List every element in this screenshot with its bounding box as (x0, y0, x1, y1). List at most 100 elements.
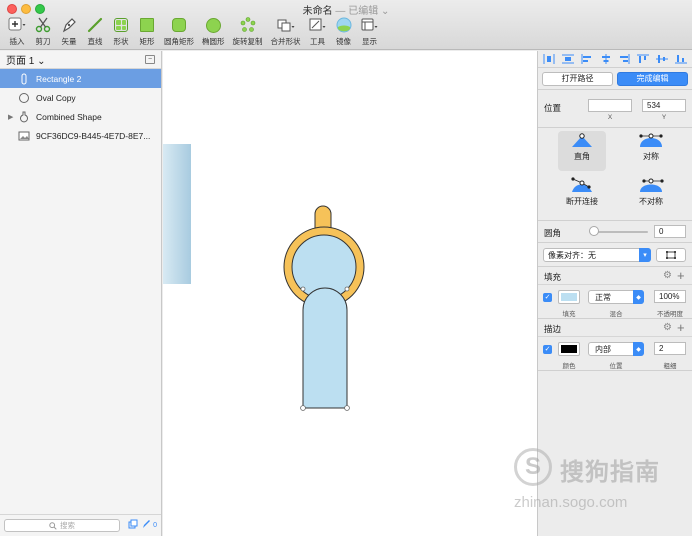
disclosure-triangle-icon[interactable]: ▶ (8, 113, 18, 121)
watermark-brand: 搜狗指南 (560, 459, 660, 486)
pixel-align-section: 像素对齐：无 ▾ (538, 243, 692, 267)
align-center-horizontal-icon[interactable] (600, 54, 612, 64)
border-enabled-checkbox[interactable]: ✓ (543, 345, 552, 354)
distribute-horizontal-icon[interactable] (543, 54, 555, 64)
align-right-icon[interactable] (618, 54, 630, 64)
fill-enabled-checkbox[interactable]: ✓ (543, 293, 552, 302)
image-layer-shape (163, 144, 191, 284)
align-left-icon[interactable] (581, 54, 593, 64)
point-type-straight[interactable]: 直角 (558, 131, 606, 171)
rotate-copy-icon (239, 16, 257, 34)
chevron-down-icon: ▾ (639, 248, 651, 262)
oval-icon (204, 16, 222, 34)
border-color-swatch[interactable] (558, 342, 580, 356)
search-icon (49, 521, 57, 530)
shapes-grid-icon (112, 16, 130, 34)
gear-icon[interactable]: ⚙ (663, 270, 672, 281)
layer-search-input[interactable]: 搜索 (4, 519, 121, 532)
add-fill-icon[interactable]: + (677, 268, 685, 283)
footer-count: 0 (153, 522, 157, 529)
corner-radius-input[interactable]: 0 (654, 225, 686, 238)
brush-icon[interactable] (141, 519, 151, 532)
add-border-icon[interactable]: + (677, 320, 685, 335)
corner-radius-slider-knob[interactable] (589, 226, 599, 236)
pixel-align-value: 像素对齐：无 (548, 250, 596, 260)
straight-point-icon (572, 133, 592, 147)
shape-tool[interactable]: 形状 (108, 16, 134, 48)
border-color-caption: 颜色 (562, 363, 576, 370)
rectangle-icon (138, 16, 156, 34)
position-section: 位置 534 X Y (538, 90, 692, 128)
plus-icon (8, 16, 26, 34)
combine-shapes-tool[interactable]: 合并形状 (267, 16, 305, 48)
border-width-caption: 粗细 (663, 363, 677, 370)
point-type-section: 直角 对称 断开连接 不对称 (538, 128, 692, 221)
gear-icon[interactable]: ⚙ (663, 322, 672, 333)
copy-layer-icon[interactable] (128, 519, 138, 532)
position-y-input[interactable]: 534 (642, 99, 686, 112)
point-type-disconnected[interactable]: 断开连接 (558, 176, 606, 216)
vector-tool[interactable]: 矢量 (56, 16, 82, 48)
pixel-align-select[interactable]: 像素对齐：无 ▾ (543, 248, 651, 262)
layer-item-oval-copy[interactable]: Oval Copy (0, 88, 161, 107)
fill-opacity-input[interactable]: 100% (654, 290, 686, 303)
tool-label: 直线 (87, 37, 103, 46)
border-position-select[interactable]: 内部 ◆ (588, 342, 644, 356)
layer-item-combined-shape[interactable]: ▶ Combined Shape (0, 107, 161, 126)
fill-color-swatch[interactable] (558, 290, 580, 304)
distribute-vertical-icon[interactable] (562, 54, 575, 64)
layer-name: 9CF36DC9-B445-4E7D-8E7... (36, 130, 151, 141)
position-label: 位置 (544, 103, 562, 113)
collapse-pages-icon[interactable]: − (145, 55, 155, 64)
fill-blend-select[interactable]: 正常 ◆ (588, 290, 644, 304)
rotate-copy-tool[interactable]: 旋转复制 (229, 16, 267, 48)
border-width-input[interactable]: 2 (654, 342, 686, 355)
line-icon (86, 16, 104, 34)
tool-label: 插入 (9, 37, 25, 46)
mirror-tool[interactable]: 镜像 (331, 16, 357, 48)
align-bottom-icon[interactable] (674, 54, 687, 64)
combine-shapes-icon (277, 16, 295, 34)
position-x-input[interactable] (588, 99, 632, 112)
point-type-mirrored[interactable]: 对称 (627, 131, 675, 171)
scissors-tool[interactable]: 剪刀 (30, 16, 56, 48)
align-middle-icon[interactable] (655, 54, 668, 64)
layer-item-rectangle-2[interactable]: Rectangle 2 (0, 69, 161, 88)
fill-color-chip (561, 293, 577, 301)
tools-menu[interactable]: 工具 (305, 16, 331, 48)
rectangle-2-shape (302, 287, 348, 409)
border-section-header: 描边 ⚙ + (538, 319, 692, 337)
insert-tool[interactable]: 插入 (4, 16, 30, 48)
scissors-icon (34, 16, 52, 34)
search-placeholder: 搜索 (60, 521, 76, 530)
open-path-button[interactable]: 打开路径 (542, 71, 613, 86)
border-position-caption: 位置 (609, 363, 623, 370)
align-top-icon[interactable] (637, 54, 650, 64)
resize-to-fit-button[interactable] (656, 248, 686, 262)
line-tool[interactable]: 直线 (82, 16, 108, 48)
point-type-label: 不对称 (639, 197, 663, 206)
alignment-toolbar (538, 51, 692, 68)
layer-name: Combined Shape (36, 111, 102, 122)
oval-tool[interactable]: 椭圆形 (198, 16, 229, 48)
layer-item-image[interactable]: 9CF36DC9-B445-4E7D-8E7... (0, 126, 161, 145)
finish-editing-button[interactable]: 完成编辑 (617, 71, 688, 86)
rectangle-tool[interactable]: 矩形 (134, 16, 160, 48)
view-menu[interactable]: 显示 (357, 16, 383, 48)
tool-label: 显示 (362, 37, 377, 46)
page-selector[interactable]: 页面 1 ⌄ − (0, 51, 161, 69)
rounded-rectangle-icon (170, 16, 188, 34)
point-type-label: 断开连接 (566, 197, 598, 206)
point-type-label: 直角 (574, 152, 590, 161)
watermark-logo: S (514, 448, 552, 486)
pen-icon (60, 16, 78, 34)
point-type-asymmetric[interactable]: 不对称 (627, 176, 675, 216)
border-position-value: 内部 (595, 344, 611, 354)
rounded-rectangle-tool[interactable]: 圆角矩形 (160, 16, 198, 48)
canvas[interactable] (163, 51, 537, 536)
corner-radius-slider-track[interactable] (592, 231, 648, 233)
layer-name: Oval Copy (36, 92, 76, 103)
page-label[interactable]: 页面 1 ⌄ (6, 52, 46, 67)
asymmetric-point-icon (640, 178, 664, 192)
chevron-updown-icon: ◆ (633, 290, 644, 304)
